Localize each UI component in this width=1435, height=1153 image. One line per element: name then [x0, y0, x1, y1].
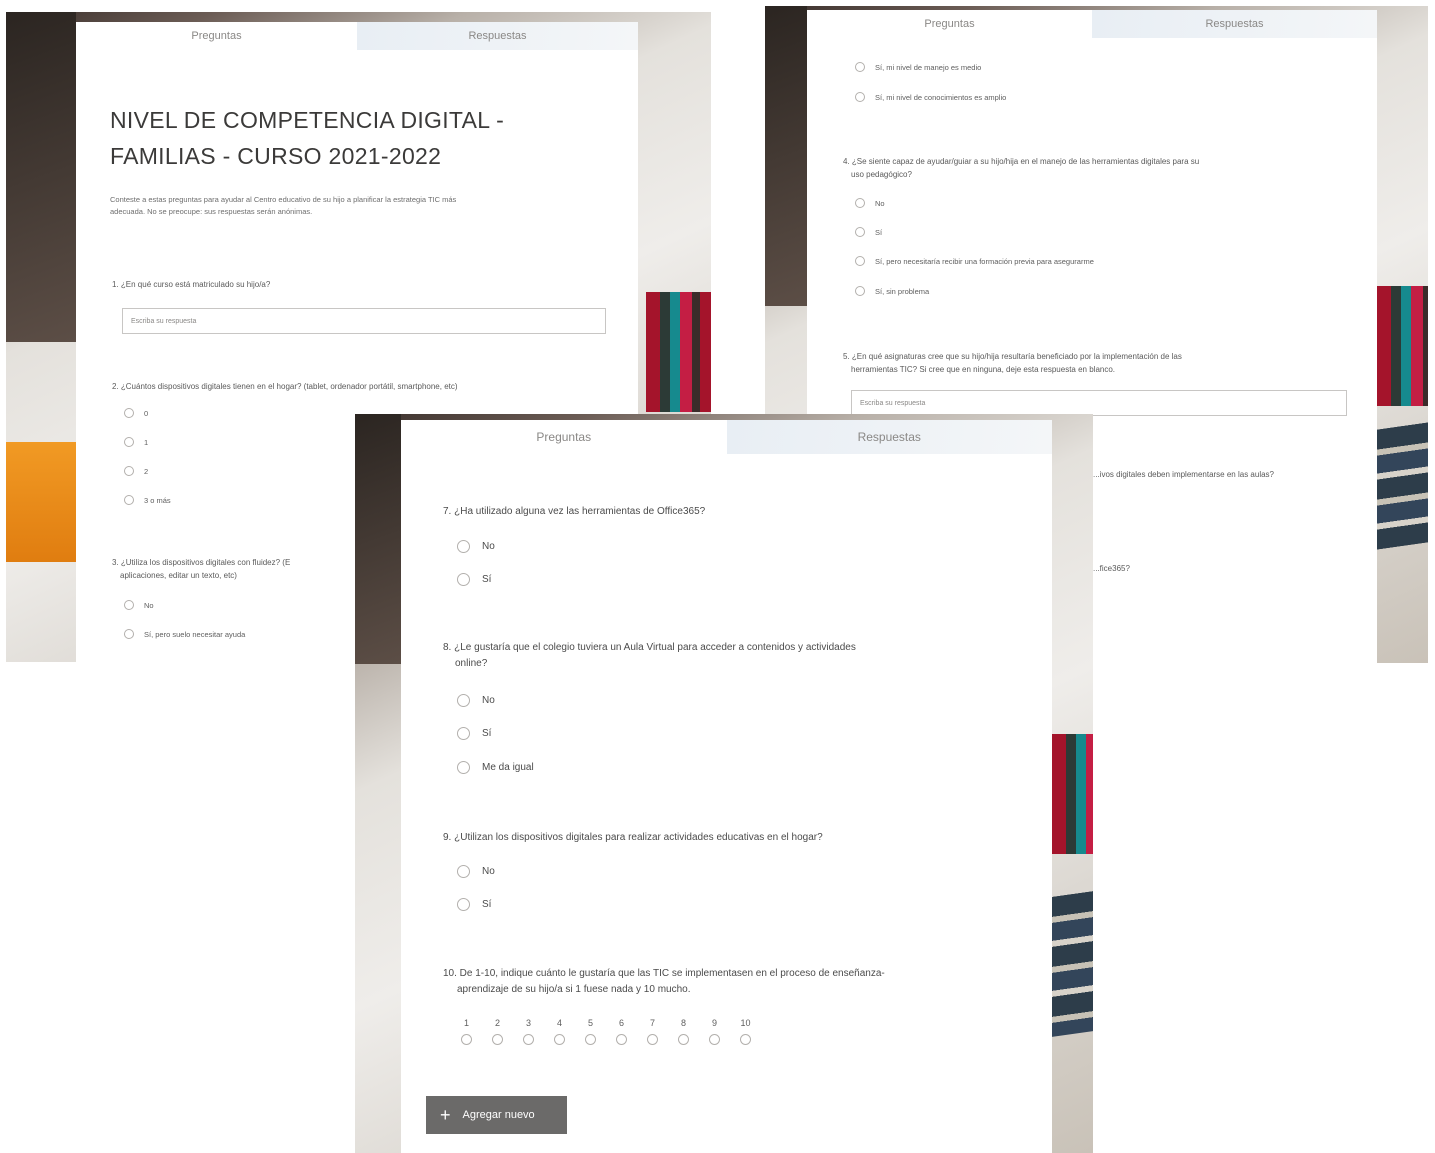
- radio-icon[interactable]: [709, 1034, 720, 1045]
- option-q4-1[interactable]: Sí: [855, 227, 882, 237]
- option-q4-3[interactable]: Sí, sin problema: [855, 286, 929, 296]
- radio-icon[interactable]: [124, 600, 134, 610]
- radio-icon[interactable]: [855, 198, 865, 208]
- option-q2-3[interactable]: 3 o más: [124, 495, 171, 505]
- radio-icon[interactable]: [678, 1034, 689, 1045]
- rating-option[interactable]: 6: [606, 1018, 637, 1045]
- radio-icon[interactable]: [855, 256, 865, 266]
- option-q7-1[interactable]: Sí: [457, 573, 491, 586]
- tab-responses[interactable]: Respuestas: [1092, 10, 1377, 38]
- plus-icon: +: [440, 1104, 451, 1125]
- option-q9-1[interactable]: Sí: [457, 898, 491, 911]
- screenshot-form-end: Preguntas Respuestas 7. ¿Ha utilizado al…: [355, 414, 1093, 1153]
- option-q8-2[interactable]: Me da igual: [457, 761, 534, 774]
- question-3: 3. ¿Utiliza los dispositivos digitales c…: [112, 558, 291, 580]
- rating-option[interactable]: 4: [544, 1018, 575, 1045]
- question-7: 7. ¿Ha utilizado alguna vez las herramie…: [443, 506, 706, 517]
- add-new-label: Agregar nuevo: [462, 1109, 535, 1121]
- option-q8-1[interactable]: Sí: [457, 727, 491, 740]
- option-q4-0[interactable]: No: [855, 198, 885, 208]
- answer-input-q1[interactable]: Escriba su respuesta: [122, 308, 606, 334]
- add-new-button[interactable]: + Agregar nuevo: [426, 1096, 567, 1134]
- question-8: 8. ¿Le gustaría que el colegio tuviera u…: [443, 642, 856, 669]
- rating-option[interactable]: 10: [730, 1018, 761, 1045]
- rating-option[interactable]: 8: [668, 1018, 699, 1045]
- rating-option[interactable]: 3: [513, 1018, 544, 1045]
- radio-icon[interactable]: [461, 1034, 472, 1045]
- radio-icon[interactable]: [124, 408, 134, 418]
- question-4: 4. ¿Se siente capaz de ayudar/guiar a su…: [843, 157, 1200, 179]
- answer-input-q5[interactable]: Escriba su respuesta: [851, 390, 1347, 416]
- radio-icon[interactable]: [457, 898, 470, 911]
- question-5: 5. ¿En qué asignaturas cree que su hijo/…: [843, 352, 1182, 374]
- radio-icon[interactable]: [457, 761, 470, 774]
- radio-icon[interactable]: [647, 1034, 658, 1045]
- question-10: 10. De 1-10, indique cuánto le gustaría …: [443, 968, 885, 995]
- radio-icon[interactable]: [457, 727, 470, 740]
- radio-icon[interactable]: [457, 865, 470, 878]
- radio-icon[interactable]: [855, 286, 865, 296]
- radio-icon[interactable]: [740, 1034, 751, 1045]
- option-q4-2[interactable]: Sí, pero necesitaría recibir una formaci…: [855, 256, 1094, 266]
- radio-icon[interactable]: [855, 62, 865, 72]
- rating-scale-q10: 1 2 3 4 5 6 7 8 9 10: [451, 1018, 761, 1045]
- radio-icon[interactable]: [554, 1034, 565, 1045]
- rating-option[interactable]: 7: [637, 1018, 668, 1045]
- radio-icon[interactable]: [457, 694, 470, 707]
- option-q2-2[interactable]: 2: [124, 466, 148, 476]
- tab-responses[interactable]: Respuestas: [357, 22, 638, 50]
- radio-icon[interactable]: [124, 466, 134, 476]
- option-q8-0[interactable]: No: [457, 694, 495, 707]
- radio-icon[interactable]: [457, 540, 470, 553]
- question-9: 9. ¿Utilizan los dispositivos digitales …: [443, 832, 823, 843]
- tab-questions[interactable]: Preguntas: [807, 10, 1092, 38]
- rating-option[interactable]: 9: [699, 1018, 730, 1045]
- question-1: 1. ¿En qué curso está matriculado su hij…: [112, 280, 271, 289]
- tab-responses[interactable]: Respuestas: [726, 420, 1052, 454]
- radio-icon[interactable]: [124, 495, 134, 505]
- tab-questions[interactable]: Preguntas: [401, 420, 727, 454]
- rating-option[interactable]: 5: [575, 1018, 606, 1045]
- option-q3-2[interactable]: Sí, mi nivel de manejo es medio: [855, 62, 981, 72]
- option-q3-3[interactable]: Sí, mi nivel de conocimientos es amplio: [855, 92, 1006, 102]
- option-q2-0[interactable]: 0: [124, 408, 148, 418]
- tab-questions[interactable]: Preguntas: [76, 22, 357, 50]
- radio-icon[interactable]: [457, 573, 470, 586]
- radio-icon[interactable]: [616, 1034, 627, 1045]
- option-q7-0[interactable]: No: [457, 540, 495, 553]
- question-2: 2. ¿Cuántos dispositivos digitales tiene…: [112, 382, 458, 391]
- radio-icon[interactable]: [124, 629, 134, 639]
- option-q9-0[interactable]: No: [457, 865, 495, 878]
- radio-icon[interactable]: [585, 1034, 596, 1045]
- form-card: Preguntas Respuestas 7. ¿Ha utilizado al…: [401, 420, 1052, 1153]
- radio-icon[interactable]: [523, 1034, 534, 1045]
- rating-option[interactable]: 1: [451, 1018, 482, 1045]
- radio-icon[interactable]: [855, 92, 865, 102]
- option-q3-1[interactable]: Sí, pero suelo necesitar ayuda: [124, 629, 245, 639]
- rating-option[interactable]: 2: [482, 1018, 513, 1045]
- option-q2-1[interactable]: 1: [124, 437, 148, 447]
- radio-icon[interactable]: [492, 1034, 503, 1045]
- question-6-fragment: ...ivos digitales deben implementarse en…: [1093, 470, 1274, 479]
- form-title: NIVEL DE COMPETENCIA DIGITAL - FAMILIAS …: [110, 107, 505, 169]
- option-q3-0[interactable]: No: [124, 600, 154, 610]
- radio-icon[interactable]: [855, 227, 865, 237]
- radio-icon[interactable]: [124, 437, 134, 447]
- question-7-fragment: ...fice365?: [1093, 564, 1130, 573]
- form-description: Conteste a estas preguntas para ayudar a…: [110, 195, 457, 216]
